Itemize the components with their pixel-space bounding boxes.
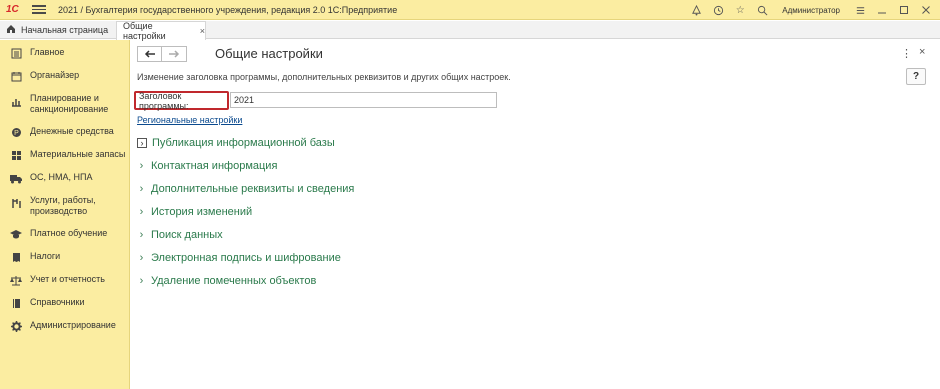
truck-icon — [10, 172, 22, 184]
history-icon[interactable] — [712, 4, 724, 16]
organizer-icon — [10, 70, 22, 82]
group-label: Удаление помеченных объектов — [151, 275, 317, 287]
close-icon[interactable] — [920, 4, 932, 16]
sidebar-item-accounting[interactable]: Учет и отчетность — [0, 274, 130, 286]
group-data-search[interactable]: › Поиск данных — [137, 229, 223, 241]
sidebar-item-label: Администрирование — [30, 320, 116, 330]
chevron-right-icon: › — [139, 206, 144, 218]
arrow-left-icon — [144, 50, 155, 58]
group-digital-signature[interactable]: › Электронная подпись и шифрование — [137, 252, 341, 264]
home-icon — [6, 24, 16, 36]
sidebar-item-paid-education[interactable]: Платное обучение — [0, 228, 130, 240]
main-menu-icon[interactable] — [32, 3, 46, 16]
sidebar-item-label: Денежные средства — [30, 126, 114, 136]
sidebar-item-label: ОС, НМА, НПА — [30, 172, 93, 182]
sidebar-item-label: Услуги, работы, производство — [30, 195, 96, 216]
money-icon: P — [10, 126, 22, 138]
taxes-icon — [10, 251, 22, 263]
form-close-icon[interactable]: × — [919, 46, 925, 58]
forward-button[interactable] — [162, 46, 187, 62]
sidebar-item-label: Планирование и санкционирование — [30, 93, 109, 114]
sidebar-item-inventory[interactable]: Материальные запасы — [0, 149, 130, 161]
inventory-icon — [10, 149, 22, 161]
chevron-right-icon: › — [139, 160, 144, 172]
user-name[interactable]: Администратор — [782, 6, 840, 15]
restore-icon[interactable] — [898, 4, 910, 16]
sidebar-item-label: Материальные запасы — [30, 149, 126, 159]
settings-menu-icon[interactable] — [854, 4, 866, 16]
bell-icon[interactable] — [690, 4, 702, 16]
search-icon[interactable] — [756, 4, 768, 16]
gear-icon — [10, 320, 22, 332]
sidebar-item-label: Органайзер — [30, 70, 80, 80]
help-button[interactable]: ? — [906, 68, 926, 85]
group-label: Электронная подпись и шифрование — [151, 252, 341, 264]
group-contact-info[interactable]: › Контактная информация — [137, 160, 278, 172]
group-label: История изменений — [151, 206, 253, 218]
tab-home-label: Начальная страница — [21, 25, 109, 35]
title-bar: 1С 2021 / Бухгалтерия государственного у… — [0, 0, 940, 20]
arrow-right-icon — [169, 50, 180, 58]
more-actions-icon[interactable]: ⋮ — [901, 47, 912, 60]
sidebar-item-fixed-assets[interactable]: ОС, НМА, НПА — [0, 172, 130, 184]
sidebar-item-administration[interactable]: Администрирование — [0, 320, 130, 332]
chevron-right-icon: › — [137, 138, 147, 148]
group-label: Поиск данных — [151, 229, 223, 241]
chevron-right-icon: › — [139, 275, 144, 287]
sidebar-item-planning[interactable]: Планирование и санкционирование — [0, 93, 130, 115]
sidebar: Главное Органайзер Планирование и санкци… — [0, 40, 130, 389]
sidebar-item-label: Платное обучение — [30, 228, 108, 238]
minimize-icon[interactable] — [876, 4, 888, 16]
back-button[interactable] — [137, 46, 162, 62]
program-title-input[interactable] — [230, 92, 497, 108]
graduation-icon — [10, 228, 22, 240]
sidebar-item-money[interactable]: P Денежные средства — [0, 126, 130, 138]
chevron-right-icon: › — [139, 229, 144, 241]
list-icon — [10, 47, 22, 59]
chevron-right-icon: › — [139, 183, 144, 195]
sidebar-item-directories[interactable]: Справочники — [0, 297, 130, 309]
scales-icon — [10, 274, 22, 286]
planning-icon — [10, 95, 22, 107]
group-additional-attributes[interactable]: › Дополнительные реквизиты и сведения — [137, 183, 355, 195]
group-label: Дополнительные реквизиты и сведения — [151, 183, 355, 195]
sidebar-item-taxes[interactable]: Налоги — [0, 251, 130, 263]
svg-text:P: P — [14, 130, 19, 137]
tab-bar: Начальная страница Общие настройки × — [0, 21, 940, 41]
window-title: 2021 / Бухгалтерия государственного учре… — [58, 4, 398, 15]
group-publication[interactable]: › Публикация информационной базы — [137, 137, 335, 149]
services-icon — [10, 197, 22, 209]
chevron-right-icon: › — [139, 252, 144, 264]
group-delete-marked[interactable]: › Удаление помеченных объектов — [137, 275, 317, 287]
tab-general-settings[interactable]: Общие настройки × — [116, 21, 206, 41]
tab-active-label: Общие настройки — [123, 21, 166, 41]
nav-buttons — [137, 46, 187, 62]
app-logo: 1С — [6, 4, 19, 15]
form-description: Изменение заголовка программы, дополните… — [137, 72, 511, 82]
sidebar-item-label: Справочники — [30, 297, 85, 307]
star-icon[interactable]: ☆ — [734, 4, 746, 16]
sidebar-item-services[interactable]: Услуги, работы, производство — [0, 195, 130, 217]
regional-settings-link[interactable]: Региональные настройки — [137, 115, 242, 125]
page-title: Общие настройки — [215, 46, 323, 61]
group-label: Контактная информация — [151, 160, 278, 172]
sidebar-item-organizer[interactable]: Органайзер — [0, 70, 130, 82]
sidebar-item-label: Налоги — [30, 251, 61, 261]
sidebar-item-label: Главное — [30, 47, 65, 57]
group-change-history[interactable]: › История изменений — [137, 206, 252, 218]
tab-home[interactable]: Начальная страница — [6, 21, 108, 39]
book-icon — [10, 297, 22, 309]
sidebar-item-main[interactable]: Главное — [0, 47, 130, 59]
group-label: Публикация информационной базы — [152, 137, 335, 149]
sidebar-item-label: Учет и отчетность — [30, 274, 105, 284]
tab-close-icon[interactable]: × — [200, 26, 205, 36]
program-title-label: Заголовок программы: — [134, 91, 229, 111]
